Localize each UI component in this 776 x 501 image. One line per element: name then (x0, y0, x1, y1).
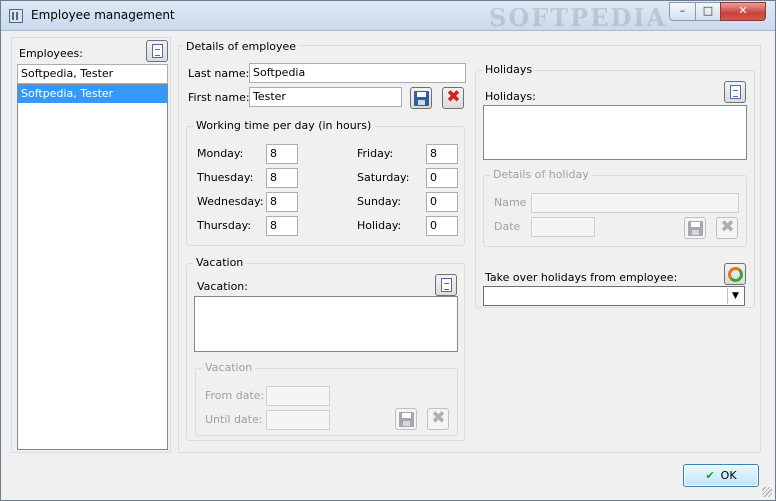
thuesday-label: Thuesday: (197, 171, 254, 184)
new-vacation-button[interactable] (435, 274, 457, 296)
sunday-hours-input[interactable]: 0 (426, 192, 458, 212)
first-name-label: First name: (188, 91, 250, 104)
holidays-list[interactable] (483, 105, 747, 160)
holidays-group: Holidays Holidays: Details of holiday Na… (475, 63, 755, 308)
details-container: Details of employee Last name: Softpedia… (178, 40, 761, 453)
holiday-date-label: Date (494, 220, 521, 233)
last-name-field[interactable]: Softpedia (249, 63, 466, 83)
vacation-list[interactable] (194, 296, 458, 352)
friday-label: Friday: (357, 147, 394, 160)
vacation-list-label: Vacation: (197, 280, 248, 293)
wednesday-label: Wednesday: (197, 195, 264, 208)
working-time-group: Working time per day (in hours) Monday: … (186, 119, 465, 246)
takeover-holidays-button[interactable] (724, 263, 746, 285)
vacation-title: Vacation (193, 256, 247, 269)
resize-grip[interactable] (762, 487, 772, 497)
employees-panel: Employees: Softpedia, Tester Softpedia, … (11, 37, 171, 453)
save-disk-icon (399, 412, 414, 427)
employee-management-window: Employee management SOFTPEDIA – □ ✕ Empl… (0, 0, 776, 501)
delete-holiday-button[interactable]: ✖ (716, 217, 738, 239)
thursday-hours-input[interactable]: 8 (266, 216, 298, 236)
checkmark-icon: ✔ (705, 469, 715, 482)
monday-label: Monday: (197, 147, 244, 160)
first-name-field[interactable]: Tester (249, 87, 402, 107)
refresh-icon (728, 267, 743, 282)
new-holiday-button[interactable] (724, 81, 746, 103)
holiday-details-title: Details of holiday (490, 168, 592, 181)
holidays-title: Holidays (482, 63, 536, 76)
wednesday-hours-input[interactable]: 8 (266, 192, 298, 212)
tuesday-hours-input[interactable]: 8 (266, 168, 298, 188)
sunday-label: Sunday: (357, 195, 402, 208)
thursday-label: Thursday: (197, 219, 252, 232)
title-bar[interactable]: Employee management SOFTPEDIA – □ ✕ (1, 1, 775, 32)
saturday-label: Saturday: (357, 171, 410, 184)
delete-vacation-button[interactable]: ✖ (427, 408, 449, 430)
maximize-button[interactable]: □ (695, 2, 721, 21)
from-date-label: From date: (205, 389, 265, 402)
chevron-down-icon[interactable]: ▼ (727, 288, 743, 304)
takeover-label: Take over holidays from employee: (485, 271, 678, 284)
vacation-details-group: Vacation From date: Until date: ✖ (195, 361, 458, 436)
employees-label: Employees: (19, 47, 83, 60)
ok-button[interactable]: ✔ OK (683, 464, 759, 487)
holiday-label: Holiday: (357, 219, 402, 232)
until-date-input[interactable] (266, 410, 330, 430)
working-time-title: Working time per day (in hours) (193, 119, 375, 132)
save-vacation-button[interactable] (395, 408, 417, 430)
ok-label: OK (720, 469, 737, 482)
save-disk-icon (688, 221, 703, 236)
until-date-label: Until date: (205, 413, 263, 426)
holidays-list-label: Holidays: (485, 90, 536, 103)
delete-employee-button[interactable]: ✖ (442, 87, 464, 109)
holiday-date-input[interactable] (531, 217, 595, 237)
window-title: Employee management (31, 8, 175, 22)
minimize-button[interactable]: – (669, 2, 696, 21)
holiday-name-input[interactable] (531, 193, 739, 213)
new-document-icon (441, 278, 452, 292)
delete-x-icon: ✖ (431, 408, 446, 428)
takeover-employee-select[interactable]: ▼ (483, 286, 745, 306)
last-name-label: Last name: (188, 67, 250, 80)
app-grid-icon (9, 9, 23, 23)
close-window-button[interactable]: ✕ (720, 2, 766, 21)
save-disk-icon (414, 91, 429, 106)
from-date-input[interactable] (266, 386, 330, 406)
delete-x-icon: ✖ (720, 217, 735, 237)
new-document-icon (730, 85, 741, 99)
new-employee-button[interactable] (146, 40, 168, 62)
details-of-employee-title: Details of employee (183, 40, 300, 53)
vacation-group: Vacation Vacation: Vacation From date: U… (186, 256, 465, 441)
employee-search-input[interactable]: Softpedia, Tester (17, 64, 168, 84)
holiday-details-group: Details of holiday Name Date ✖ (483, 168, 747, 247)
delete-x-icon: ✖ (446, 87, 461, 107)
holiday-name-label: Name (494, 196, 527, 209)
softpedia-watermark: SOFTPEDIA (489, 3, 668, 32)
new-document-icon (152, 44, 163, 58)
friday-hours-input[interactable]: 8 (426, 144, 458, 164)
save-holiday-button[interactable] (684, 217, 706, 239)
employee-list-item[interactable]: Softpedia, Tester (18, 85, 167, 103)
saturday-hours-input[interactable]: 0 (426, 168, 458, 188)
save-employee-button[interactable] (410, 87, 432, 109)
vacation-details-title: Vacation (202, 361, 256, 374)
monday-hours-input[interactable]: 8 (266, 144, 298, 164)
holiday-hours-input[interactable]: 0 (426, 216, 458, 236)
employees-list[interactable]: Softpedia, Tester (17, 84, 168, 450)
